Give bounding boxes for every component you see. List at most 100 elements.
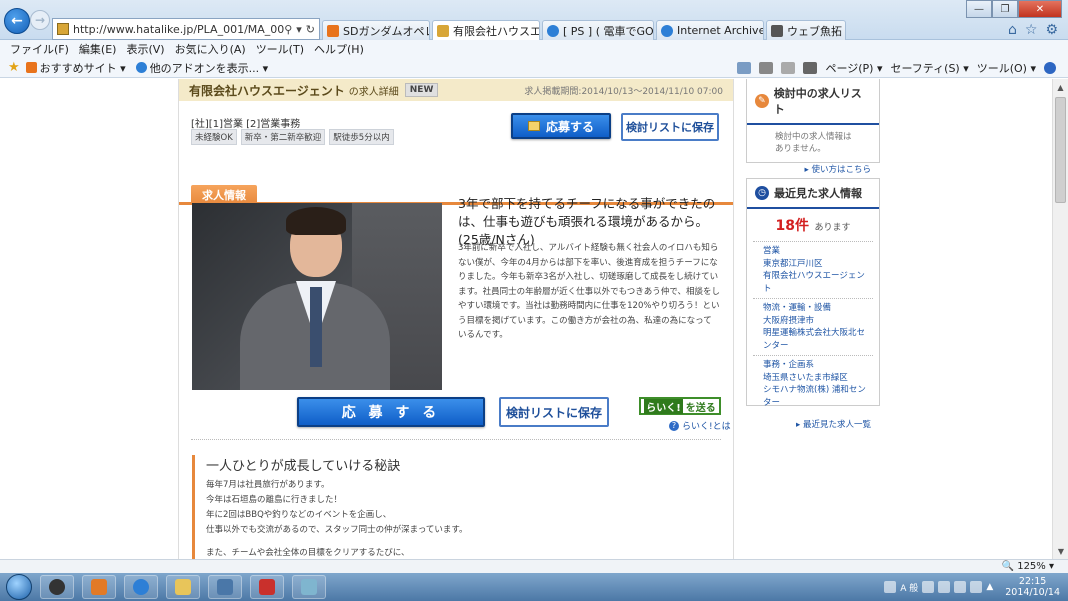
- restore-button[interactable]: ❐: [992, 0, 1018, 18]
- divider: [191, 439, 721, 440]
- recent-job-company[interactable]: シモハナ物流(株) 浦和センター: [763, 384, 873, 409]
- browser-tab[interactable]: Internet Archive: W...: [656, 20, 764, 40]
- recent-job-item[interactable]: 営業 東京都江戸川区 有限会社ハウスエージェント: [753, 241, 873, 298]
- tab-job-info[interactable]: 求人情報: [191, 185, 257, 205]
- apply-button[interactable]: 応募する: [511, 113, 611, 139]
- zoom-level[interactable]: 125%: [1017, 561, 1046, 572]
- job-description: 3年前に新卒で入社し、アルバイト経験も無く社会人のイロハも知らない僕が、今年の4…: [458, 243, 720, 340]
- arrow-left-icon: ←: [11, 13, 23, 29]
- menu-edit[interactable]: 編集(E): [79, 41, 117, 57]
- scroll-down-icon[interactable]: ▼: [1053, 543, 1068, 559]
- clock-time: 22:15: [1018, 576, 1047, 587]
- menu-help[interactable]: ヘルプ(H): [314, 41, 364, 57]
- tools-menu[interactable]: ツール(O) ▾: [977, 60, 1036, 76]
- save-to-list-button-large[interactable]: 検討リストに保存: [499, 397, 609, 427]
- tray-icon[interactable]: [970, 581, 983, 593]
- home-icon[interactable]: ⌂: [1008, 22, 1017, 38]
- mail-icon[interactable]: [781, 62, 796, 74]
- scrollbar-thumb[interactable]: [1055, 97, 1066, 203]
- tray-icon[interactable]: [922, 581, 935, 593]
- shortlist-empty-line: ありません。: [775, 144, 826, 154]
- home-icon[interactable]: [737, 62, 752, 74]
- rss-icon[interactable]: [759, 62, 774, 74]
- gear-icon[interactable]: ⚙: [1045, 22, 1058, 38]
- menu-file[interactable]: ファイル(F): [10, 41, 69, 57]
- recent-job-category[interactable]: 事務・企画系: [763, 359, 873, 372]
- dropdown-icon[interactable]: ▾: [296, 23, 302, 36]
- tab-favicon-icon: [327, 24, 339, 37]
- favorites-item-label: おすすめサイト ▾: [39, 61, 126, 75]
- search-icon[interactable]: ⚲: [284, 23, 292, 36]
- recent-count-number: 18件: [775, 218, 809, 234]
- job-tag: 駅徒歩5分以内: [329, 129, 394, 145]
- taskbar-app-ie[interactable]: [124, 575, 158, 599]
- address-bar[interactable]: http://www.hatalike.jp/PLA_001/MA_00101/…: [52, 18, 320, 40]
- menu-favorites[interactable]: お気に入り(A): [175, 41, 246, 57]
- taskbar-app-tablet[interactable]: [292, 575, 326, 599]
- tab-label: Internet Archive: W...: [677, 24, 763, 37]
- job-detail-main: 有限会社ハウスエージェント の求人詳細 NEW 求人掲載期間:2014/10/1…: [178, 79, 734, 559]
- recent-job-item[interactable]: 物流・運輸・設備 大阪府摂津市 明星運輸株式会社大阪北センター: [753, 298, 873, 355]
- recent-job-item[interactable]: 事務・企画系 埼玉県さいたま市緑区 シモハナ物流(株) 浦和センター: [753, 355, 873, 412]
- taskbar-clock[interactable]: 22:15 2014/10/14: [1005, 576, 1060, 598]
- browser-tab-active[interactable]: 有限会社ハウスエ... ✕: [432, 20, 540, 40]
- favorites-star-icon[interactable]: ★: [8, 60, 20, 75]
- address-url[interactable]: http://www.hatalike.jp/PLA_001/MA_00101/…: [73, 23, 284, 36]
- section-title: 一人ひとりが成長していける秘訣: [206, 459, 401, 474]
- zoom-dropdown-icon[interactable]: ▾: [1046, 561, 1054, 572]
- apply-button-large[interactable]: 応 募 す る: [297, 397, 485, 427]
- print-icon[interactable]: [803, 62, 818, 74]
- ime-indicator[interactable]: A 般: [900, 581, 918, 594]
- recent-jobs-all-link[interactable]: ▸ 最近見た求人一覧: [747, 412, 879, 430]
- taskbar-app-hp[interactable]: [40, 575, 74, 599]
- raiku-help-link[interactable]: ? らいく!とは: [669, 419, 731, 432]
- tray-icon[interactable]: [954, 581, 967, 593]
- vertical-scrollbar[interactable]: ▲ ▼: [1052, 79, 1068, 559]
- minimize-button[interactable]: —: [966, 0, 992, 18]
- close-button[interactable]: ✕: [1018, 0, 1062, 18]
- how-to-use-link[interactable]: ▸ 使い方はこちら: [747, 155, 879, 175]
- clock-icon: ◷: [755, 186, 769, 200]
- taskbar-app-explorer[interactable]: [166, 575, 200, 599]
- ie-icon: [135, 62, 147, 73]
- help-icon[interactable]: [1044, 62, 1056, 74]
- tab-label: SDガンダムオペレー...: [343, 24, 429, 38]
- taskbar-app-office[interactable]: [82, 575, 116, 599]
- recent-job-company[interactable]: 有限会社ハウスエージェント: [763, 270, 873, 295]
- browser-tab[interactable]: ウェブ魚拓: [766, 20, 846, 40]
- taskbar-app-red[interactable]: [250, 575, 284, 599]
- taskbar-app-window[interactable]: [208, 575, 242, 599]
- scroll-up-icon[interactable]: ▲: [1053, 79, 1068, 95]
- recent-job-category[interactable]: 物流・運輸・設備: [763, 302, 873, 315]
- shortlist-title: ✎ 検討中の求人リスト: [747, 79, 879, 125]
- recent-job-company[interactable]: 明星運輸株式会社大阪北センター: [763, 327, 873, 352]
- recent-title-label: 最近見た求人情報: [774, 187, 862, 200]
- clip-icon: ✎: [755, 94, 769, 108]
- recent-job-category[interactable]: 営業: [763, 245, 873, 258]
- favorites-star-icon[interactable]: ☆: [1025, 22, 1038, 38]
- browser-tab[interactable]: [ PS ] ( 電車でGO pr...: [542, 20, 654, 40]
- favorites-item-addons[interactable]: 他のアドオンを表示... ▾: [135, 60, 268, 76]
- refresh-icon[interactable]: ↻: [306, 23, 315, 36]
- recent-job-location[interactable]: 埼玉県さいたま市緑区: [763, 372, 873, 385]
- save-to-list-button[interactable]: 検討リストに保存: [621, 113, 719, 141]
- recent-count-unit: あります: [814, 223, 851, 233]
- back-button[interactable]: ←: [4, 8, 30, 34]
- menu-view[interactable]: 表示(V): [126, 41, 164, 57]
- job-tag: 未経験OK: [191, 129, 237, 145]
- safety-menu[interactable]: セーフティ(S) ▾: [890, 60, 968, 76]
- tray-icon[interactable]: [884, 581, 897, 593]
- browser-tab[interactable]: SDガンダムオペレー...: [322, 20, 430, 40]
- page-menu[interactable]: ページ(P) ▾: [825, 60, 882, 76]
- recent-job-location[interactable]: 東京都江戸川区: [763, 258, 873, 271]
- raiku-send-button[interactable]: らいく! を送る: [639, 397, 721, 415]
- favorites-item-recommended[interactable]: おすすめサイト ▾: [25, 60, 126, 76]
- tray-icon[interactable]: [938, 581, 951, 593]
- shortlist-empty-line: 検討中の求人情報は: [775, 132, 852, 142]
- job-header: 有限会社ハウスエージェント の求人詳細 NEW 求人掲載期間:2014/10/1…: [179, 79, 733, 101]
- forward-button[interactable]: →: [30, 10, 50, 30]
- recent-job-location[interactable]: 大阪府摂津市: [763, 315, 873, 328]
- start-button[interactable]: [6, 574, 32, 600]
- menu-tools[interactable]: ツール(T): [256, 41, 304, 57]
- tray-expand-icon[interactable]: ▲: [986, 582, 993, 592]
